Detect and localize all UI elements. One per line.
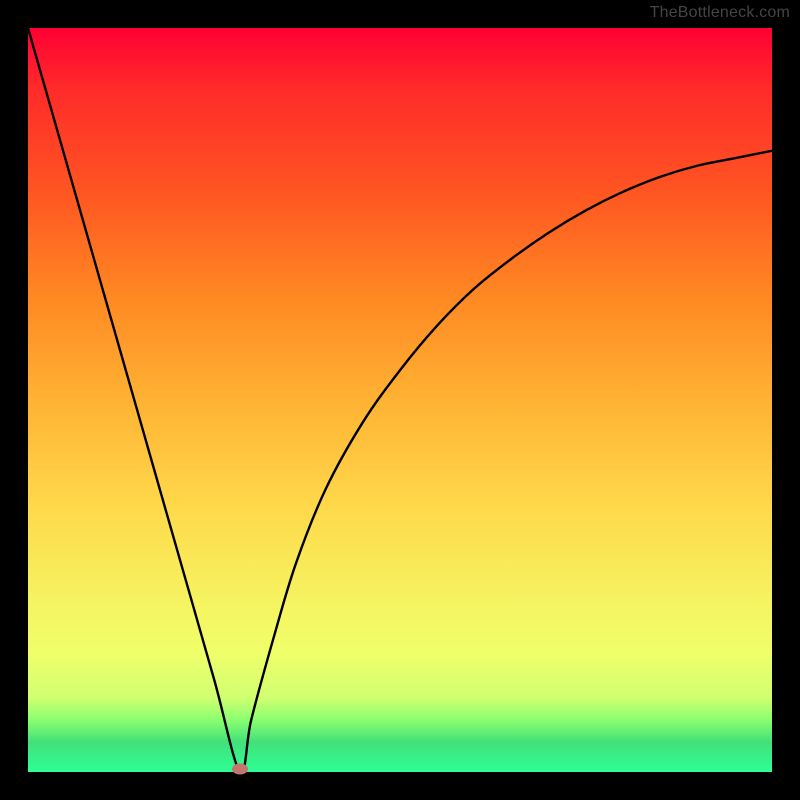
curve-svg	[28, 28, 772, 772]
bottleneck-curve	[28, 28, 772, 773]
chart-area	[28, 28, 772, 772]
minimum-marker	[232, 764, 248, 775]
attribution-text: TheBottleneck.com	[650, 4, 790, 22]
